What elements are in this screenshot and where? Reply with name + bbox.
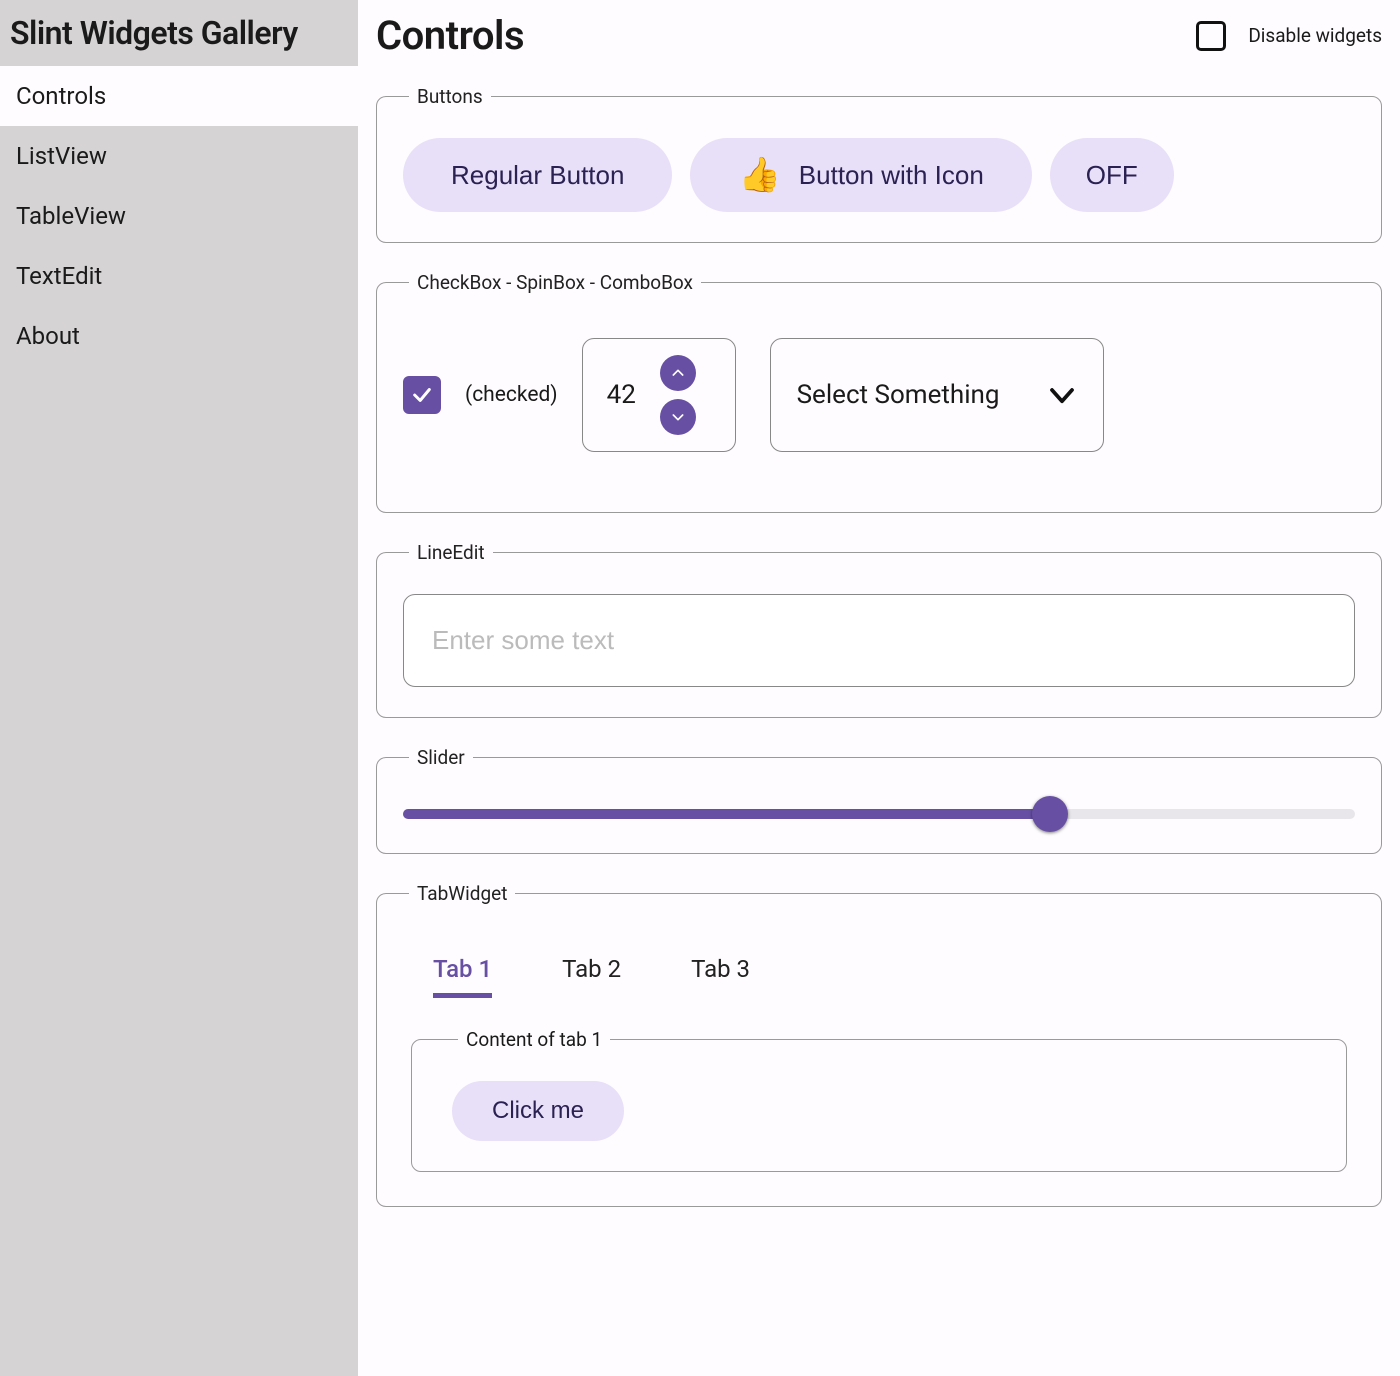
sidebar-item-textedit[interactable]: TextEdit bbox=[0, 246, 358, 306]
spinbox-value: 42 bbox=[597, 380, 636, 410]
sidebar-item-label: TextEdit bbox=[16, 262, 102, 290]
sidebar-item-about[interactable]: About bbox=[0, 306, 358, 366]
button-label: OFF bbox=[1086, 160, 1138, 191]
main-panel: Controls Disable widgets Buttons Regular… bbox=[358, 0, 1400, 1376]
slider[interactable] bbox=[403, 799, 1355, 819]
sidebar-item-label: ListView bbox=[16, 142, 107, 170]
slider-thumb[interactable] bbox=[1032, 796, 1068, 832]
tab-label: Tab 2 bbox=[562, 955, 621, 983]
group-tabwidget: TabWidget Tab 1 Tab 2 Tab 3 Content of t… bbox=[376, 882, 1382, 1207]
group-buttons: Buttons Regular Button 👍 Button with Ico… bbox=[376, 85, 1382, 243]
slider-track bbox=[403, 809, 1355, 819]
button-label: Click me bbox=[492, 1097, 584, 1125]
disable-widgets-group: Disable widgets bbox=[1196, 21, 1382, 51]
group-lineedit: LineEdit bbox=[376, 541, 1382, 718]
sidebar-title: Slint Widgets Gallery bbox=[0, 0, 358, 66]
sidebar-item-listview[interactable]: ListView bbox=[0, 126, 358, 186]
tab-label: Tab 1 bbox=[433, 955, 492, 983]
tab-1[interactable]: Tab 1 bbox=[433, 945, 492, 998]
click-me-button[interactable]: Click me bbox=[452, 1081, 624, 1141]
spinbox[interactable]: 42 bbox=[582, 338, 736, 452]
combobox[interactable]: Select Something bbox=[770, 338, 1104, 452]
group-check-spin-combo-legend: CheckBox - SpinBox - ComboBox bbox=[409, 271, 701, 294]
icon-button[interactable]: 👍 Button with Icon bbox=[690, 138, 1031, 212]
header: Controls Disable widgets bbox=[376, 0, 1382, 67]
group-slider-legend: Slider bbox=[409, 746, 473, 769]
tab-content-legend: Content of tab 1 bbox=[458, 1028, 610, 1051]
sidebar: Slint Widgets Gallery Controls ListView … bbox=[0, 0, 358, 1376]
group-check-spin-combo: CheckBox - SpinBox - ComboBox (checked) … bbox=[376, 271, 1382, 513]
checkbox[interactable] bbox=[403, 376, 441, 414]
tab-content: Content of tab 1 Click me bbox=[411, 1028, 1347, 1172]
chevron-down-icon bbox=[1047, 380, 1077, 410]
slider-fill bbox=[403, 809, 1050, 819]
check-icon bbox=[411, 384, 433, 406]
sidebar-item-label: TableView bbox=[16, 202, 126, 230]
toggle-button[interactable]: OFF bbox=[1050, 138, 1174, 212]
button-label: Button with Icon bbox=[799, 160, 984, 191]
page-title: Controls bbox=[376, 12, 524, 59]
disable-widgets-label: Disable widgets bbox=[1248, 24, 1382, 47]
sidebar-item-label: Controls bbox=[16, 82, 106, 110]
sidebar-item-tableview[interactable]: TableView bbox=[0, 186, 358, 246]
button-label: Regular Button bbox=[451, 160, 624, 191]
spinbox-down-button[interactable] bbox=[660, 399, 696, 435]
tabs-bar: Tab 1 Tab 2 Tab 3 bbox=[403, 939, 1355, 998]
combobox-label: Select Something bbox=[797, 380, 1000, 410]
line-edit-input[interactable] bbox=[403, 594, 1355, 687]
chevron-up-icon bbox=[670, 365, 686, 381]
regular-button[interactable]: Regular Button bbox=[403, 138, 672, 212]
disable-widgets-checkbox[interactable] bbox=[1196, 21, 1226, 51]
thumbs-up-icon: 👍 bbox=[738, 158, 780, 192]
chevron-down-icon bbox=[670, 409, 686, 425]
sidebar-item-label: About bbox=[16, 322, 80, 350]
checkbox-label: (checked) bbox=[465, 383, 558, 407]
spinbox-up-button[interactable] bbox=[660, 355, 696, 391]
group-tabwidget-legend: TabWidget bbox=[409, 882, 515, 905]
tab-label: Tab 3 bbox=[691, 955, 750, 983]
group-lineedit-legend: LineEdit bbox=[409, 541, 493, 564]
group-slider: Slider bbox=[376, 746, 1382, 854]
group-buttons-legend: Buttons bbox=[409, 85, 491, 108]
sidebar-item-controls[interactable]: Controls bbox=[0, 66, 358, 126]
tab-3[interactable]: Tab 3 bbox=[691, 945, 750, 998]
tab-2[interactable]: Tab 2 bbox=[562, 945, 621, 998]
